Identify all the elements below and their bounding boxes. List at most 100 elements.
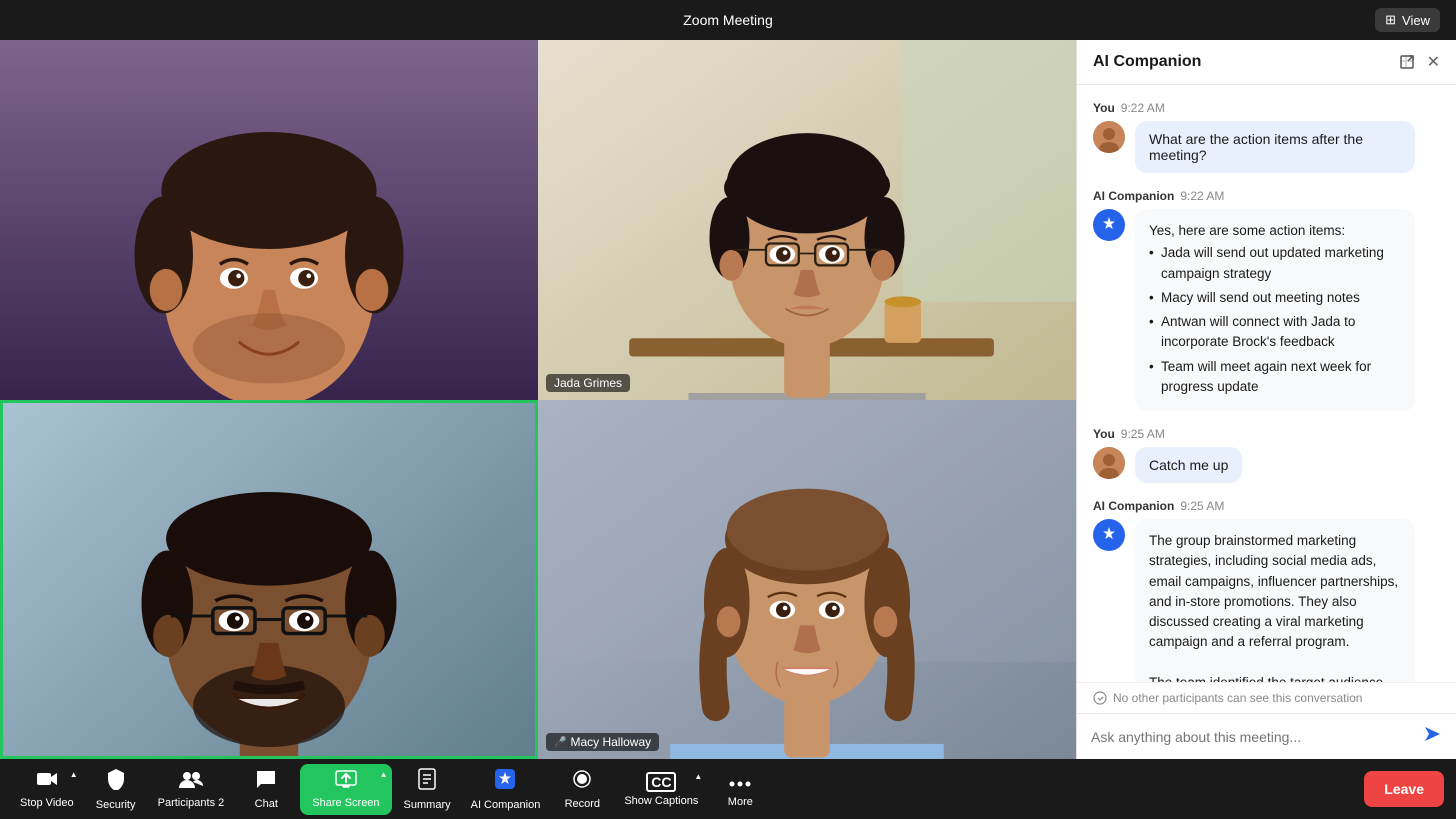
avatar-ai-1 (1093, 209, 1125, 241)
message-group-1: You 9:22 AM What are (1093, 101, 1440, 173)
participant-video-2 (538, 40, 1076, 400)
timestamp-2: 9:22 AM (1180, 189, 1224, 203)
meeting-title: Zoom Meeting (683, 12, 772, 28)
ai-panel-close-button[interactable]: ✕ (1427, 52, 1440, 72)
message-meta-2: AI Companion 9:22 AM (1093, 189, 1440, 203)
avatar-user-1 (1093, 121, 1125, 153)
video-icon (36, 770, 58, 794)
toolbar-items: ▲ Stop Video Security (12, 762, 1352, 817)
toolbar-item-more[interactable]: More (710, 764, 770, 814)
message-text-3: Catch me up (1149, 457, 1228, 473)
privacy-text: No other participants can see this conve… (1113, 691, 1362, 705)
ai-panel-header: AI Companion ✕ (1077, 40, 1456, 85)
timestamp-4: 9:25 AM (1180, 499, 1224, 513)
stop-video-label: Stop Video (20, 797, 74, 809)
grid-icon: ⊞ (1385, 12, 1396, 28)
view-button[interactable]: ⊞ View (1375, 8, 1440, 32)
chat-icon (255, 769, 277, 795)
bottom-toolbar: ▲ Stop Video Security (0, 759, 1456, 819)
view-label: View (1402, 13, 1430, 28)
action-item-3: Antwan will connect with Jada to incorpo… (1149, 310, 1401, 355)
ai-chat-input[interactable] (1091, 729, 1414, 745)
caret-share: ▲ (380, 770, 388, 779)
ai-intro-1: Yes, here are some action items: (1149, 223, 1345, 238)
sender-you-2: You (1093, 427, 1115, 441)
leave-button[interactable]: Leave (1364, 771, 1444, 807)
action-item-4: Team will meet again next week for progr… (1149, 355, 1401, 400)
ai-send-button[interactable] (1422, 724, 1442, 749)
participant-label-macy: Macy Halloway (570, 735, 651, 749)
security-icon (106, 768, 126, 796)
more-icon (729, 770, 751, 793)
privacy-notice: No other participants can see this conve… (1077, 682, 1456, 713)
ai-companion-label: AI Companion (471, 799, 541, 811)
ai-input-area (1077, 713, 1456, 759)
toolbar-item-chat[interactable]: Chat (236, 763, 296, 816)
video-cell-top-right: Jada Grimes (538, 40, 1076, 400)
message-bubble-ai-1: Yes, here are some action items: Jada wi… (1135, 209, 1415, 411)
toolbar-item-share-screen[interactable]: ▲ Share Screen (300, 764, 391, 815)
message-group-4: AI Companion 9:25 AM The group brainstor… (1093, 499, 1440, 682)
action-item-2: Macy will send out meeting notes (1149, 286, 1401, 310)
sender-ai-2: AI Companion (1093, 499, 1174, 513)
message-meta-3: You 9:25 AM (1093, 427, 1440, 441)
summary-label: Summary (404, 799, 451, 811)
ai-companion-icon (494, 768, 516, 796)
toolbar-item-summary[interactable]: Summary (396, 762, 459, 817)
security-label: Security (96, 799, 136, 811)
caret-video: ▲ (70, 770, 78, 779)
ai-panel-title: AI Companion (1093, 53, 1201, 71)
share-screen-icon (335, 770, 357, 794)
avatar-user-2 (1093, 447, 1125, 479)
avatar-user-image-1 (1093, 121, 1125, 153)
ai-paragraph-1: The group brainstormed marketing strateg… (1149, 531, 1401, 653)
video-cell-bottom-right: 🎤 Macy Halloway (538, 400, 1076, 760)
message-group-2: AI Companion 9:22 AM Yes, here are some … (1093, 189, 1440, 411)
summary-icon (417, 768, 437, 796)
main-content: Jada Grimes (0, 40, 1456, 759)
ai-paragraph-2: The team identified the target audience … (1149, 673, 1401, 682)
message-row-4: The group brainstormed marketing strateg… (1093, 519, 1440, 682)
more-label: More (728, 796, 753, 808)
toolbar-item-show-captions[interactable]: ▲ CC Show Captions (616, 766, 706, 813)
message-row-1: What are the action items after the meet… (1093, 121, 1440, 173)
video-cell-bottom-left (0, 400, 538, 760)
message-meta-1: You 9:22 AM (1093, 101, 1440, 115)
ai-panel-popout-button[interactable] (1399, 54, 1415, 70)
participant-video-1 (0, 40, 538, 400)
ai-companion-panel: AI Companion ✕ You 9:22 AM (1076, 40, 1456, 759)
message-bubble-ai-2: The group brainstormed marketing strateg… (1135, 519, 1415, 682)
avatar-ai-image-2 (1093, 519, 1125, 551)
message-meta-4: AI Companion 9:25 AM (1093, 499, 1440, 513)
avatar-ai-2 (1093, 519, 1125, 551)
participant-name-jada: Jada Grimes (546, 374, 630, 392)
participant-video-4 (538, 400, 1076, 760)
avatar-user-image-2 (1093, 447, 1125, 479)
message-bubble-user-1: What are the action items after the meet… (1135, 121, 1415, 173)
video-cell-top-left (0, 40, 538, 400)
toolbar-item-record[interactable]: Record (552, 763, 612, 816)
participant-label-jada: Jada Grimes (554, 376, 622, 390)
captions-icon: CC (646, 772, 676, 792)
avatar-ai-image-1 (1093, 209, 1125, 241)
message-row-2: Yes, here are some action items: Jada wi… (1093, 209, 1440, 411)
captions-label: Show Captions (624, 795, 698, 807)
privacy-icon (1093, 691, 1107, 705)
toolbar-item-security[interactable]: Security (86, 762, 146, 817)
message-bubble-user-2: Catch me up (1135, 447, 1242, 483)
record-icon (572, 769, 592, 795)
sender-ai-1: AI Companion (1093, 189, 1174, 203)
timestamp-3: 9:25 AM (1121, 427, 1165, 441)
top-bar: Zoom Meeting ⊞ View (0, 0, 1456, 40)
action-item-1: Jada will send out updated marketing cam… (1149, 241, 1401, 286)
toolbar-item-participants[interactable]: Participants 2 (150, 764, 233, 815)
message-text-1: What are the action items after the meet… (1149, 131, 1363, 163)
mic-active-icon: 🎤 (554, 737, 566, 748)
toolbar-item-ai-companion[interactable]: AI Companion (463, 762, 549, 817)
toolbar-item-stop-video[interactable]: ▲ Stop Video (12, 764, 82, 815)
video-grid: Jada Grimes (0, 40, 1076, 759)
message-group-3: You 9:25 AM Catch me (1093, 427, 1440, 483)
ai-panel-actions: ✕ (1399, 52, 1440, 72)
participant-name-macy: 🎤 Macy Halloway (546, 733, 659, 751)
caret-captions: ▲ (694, 772, 702, 781)
